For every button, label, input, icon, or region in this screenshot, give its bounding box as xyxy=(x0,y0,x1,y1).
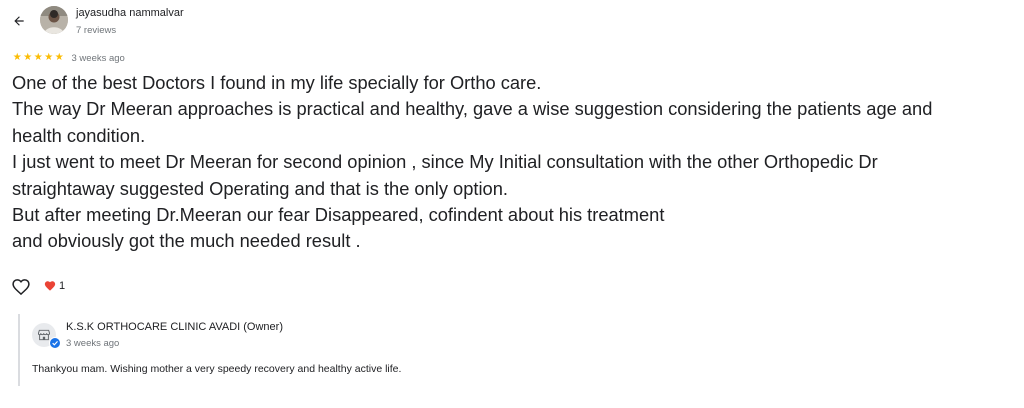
person-photo-icon xyxy=(40,6,68,34)
review-text-line: I just went to meet Dr Meeran for second… xyxy=(12,151,878,173)
like-button[interactable] xyxy=(11,277,31,297)
reviewer-name[interactable]: jayasudha nammalvar xyxy=(76,7,184,19)
reviewer-avatar[interactable] xyxy=(40,6,68,34)
review-text: One of the best Doctors I found in my li… xyxy=(12,70,1017,255)
owner-reply: K.S.K ORTHOCARE CLINIC AVADI (Owner) 3 w… xyxy=(18,314,720,386)
star-icon: ★ xyxy=(44,52,54,63)
heart-outline-icon xyxy=(12,279,30,296)
review-date: 3 weeks ago xyxy=(71,52,125,64)
owner-name: K.S.K ORTHOCARE CLINIC AVADI (Owner) xyxy=(66,321,283,333)
review-text-line: The way Dr Meeran approaches is practica… xyxy=(12,98,933,120)
review-text-line: But after meeting Dr.Meeran our fear Dis… xyxy=(12,204,665,226)
reply-date: 3 weeks ago xyxy=(66,338,120,349)
review-text-line: One of the best Doctors I found in my li… xyxy=(12,72,542,93)
verified-badge-icon xyxy=(49,337,61,349)
reaction-count: 1 xyxy=(59,280,66,292)
star-icon: ★ xyxy=(54,52,64,63)
star-rating: ★ ★ ★ ★ ★ xyxy=(12,52,65,64)
star-icon: ★ xyxy=(12,52,22,63)
review-text-line: health condition. xyxy=(12,124,146,146)
reviewer-review-count: 7 reviews xyxy=(76,25,117,36)
review-text-line: and obviously got the much needed result… xyxy=(12,230,361,252)
star-icon: ★ xyxy=(33,52,43,63)
star-icon: ★ xyxy=(23,52,33,63)
reply-text: Thankyou mam. Wishing mother a very spee… xyxy=(32,363,402,375)
review-text-line: straightaway suggested Operating and tha… xyxy=(12,177,508,199)
rating-row: ★ ★ ★ ★ ★ 3 weeks ago xyxy=(12,51,125,65)
reaction-summary[interactable]: 1 xyxy=(44,280,65,292)
back-button[interactable] xyxy=(8,10,30,32)
arrow-back-icon xyxy=(14,16,24,26)
heart-filled-icon xyxy=(44,281,56,291)
